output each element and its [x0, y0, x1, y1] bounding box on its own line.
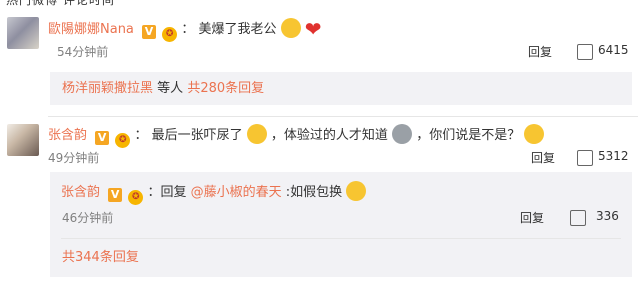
like-count: 336: [596, 209, 619, 223]
more-replies-link[interactable]: 共344条回复: [62, 246, 139, 265]
top-cut-text: 热门微博 评论时间: [6, 0, 115, 7]
mention-link[interactable]: @藤小椒的春天: [191, 185, 282, 200]
comment-1-line: 歐陽娜娜Nana V ✪ ： 美爆了我老公 ❤: [48, 18, 322, 42]
reply-names-link[interactable]: 杨洋丽颖撒拉黑: [62, 81, 153, 96]
avatar[interactable]: [7, 124, 39, 156]
comment-time: 54分钟前: [57, 45, 109, 59]
reply-names-tail: 等人: [157, 81, 184, 96]
medal-icon: ✪: [115, 133, 131, 148]
like-icon[interactable]: [570, 210, 586, 226]
reply-button[interactable]: 回复: [531, 149, 555, 166]
scared-emoji-icon: [246, 124, 267, 144]
verified-icon: V: [142, 25, 157, 39]
comment-colon: ：: [181, 22, 195, 37]
like-icon[interactable]: [577, 44, 593, 60]
comment-text-part: 最后一张吓尿了: [151, 128, 243, 143]
divider: [61, 238, 621, 239]
reply-count-link[interactable]: 共280条回复: [187, 81, 264, 96]
nested-reply-line: 张含韵 V ✪ ：回复 @藤小椒的春天 :如假包换: [61, 181, 367, 205]
divider: [48, 116, 638, 117]
author-name[interactable]: 张含韵: [61, 185, 100, 200]
reply-time: 46分钟前: [62, 211, 114, 225]
reply-button[interactable]: 回复: [528, 43, 552, 60]
comment-text-part: ，体验过的人才知道: [270, 128, 388, 143]
replies-preview-text: 杨洋丽颖撒拉黑 等人 共280条回复: [62, 80, 264, 98]
mask-emoji-icon: [392, 124, 413, 144]
verified-icon: V: [108, 188, 123, 202]
medal-icon: ✪: [128, 190, 144, 205]
comment-text-part: ，你们说是不是？: [416, 128, 521, 143]
comment-colon: ：: [134, 128, 148, 143]
reply-text: :如假包换: [285, 185, 343, 200]
like-icon[interactable]: [577, 150, 593, 166]
reply-button[interactable]: 回复: [520, 209, 544, 226]
like-count: 5312: [598, 149, 629, 163]
like-count: 6415: [598, 43, 629, 57]
laughing-emoji-icon: [524, 124, 545, 144]
comment-text: 美爆了我老公: [198, 22, 277, 37]
cool-emoji-icon: [346, 181, 367, 201]
comment-time: 49分钟前: [48, 151, 100, 165]
sad-emoji-icon: [280, 18, 301, 38]
medal-icon: ✪: [162, 27, 178, 42]
author-name[interactable]: 歐陽娜娜Nana: [48, 22, 134, 37]
heart-icon: ❤: [304, 17, 322, 41]
verified-icon: V: [95, 131, 110, 145]
author-name[interactable]: 张含韵: [48, 128, 87, 143]
avatar[interactable]: [7, 17, 39, 49]
reply-prefix: ：回复: [147, 185, 187, 200]
comment-2-line: 张含韵 V ✪ ： 最后一张吓尿了 ，体验过的人才知道 ，你们说是不是？: [48, 124, 545, 148]
